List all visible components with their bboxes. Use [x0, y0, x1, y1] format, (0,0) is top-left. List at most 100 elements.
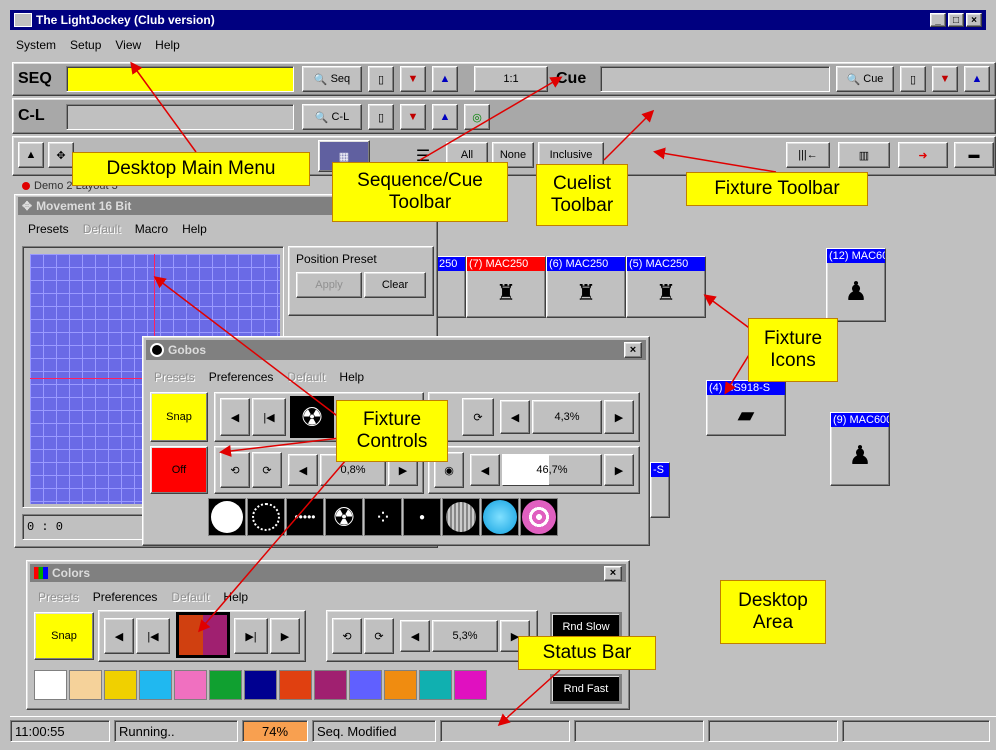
- gobo-rot-value[interactable]: 4,3%: [532, 400, 602, 434]
- color-first-button[interactable]: |◀: [136, 618, 170, 654]
- seq-ratio-field[interactable]: 1:1: [474, 66, 548, 92]
- seq-new-button[interactable]: ▯: [368, 66, 394, 92]
- gobo-dot-icon[interactable]: ●: [403, 498, 441, 536]
- colors-close-button[interactable]: ×: [604, 565, 622, 581]
- gobo-prev-button[interactable]: ◀: [220, 398, 250, 436]
- gobo-dots-line-icon[interactable]: •••••: [286, 498, 324, 536]
- color-last-button[interactable]: ▶|: [234, 618, 268, 654]
- seq-store-button[interactable]: ▲: [432, 66, 458, 92]
- color-swatch[interactable]: [349, 670, 382, 700]
- gobo-rot-inc-button[interactable]: ▶: [604, 400, 634, 434]
- gobo-first-button[interactable]: |◀: [252, 398, 286, 436]
- seq-save-button[interactable]: ▼: [400, 66, 426, 92]
- fixture-icon-partial[interactable]: -S: [650, 462, 670, 518]
- cue-browse-label: Cue: [863, 73, 884, 85]
- menu-preferences[interactable]: Preferences: [209, 370, 274, 384]
- color-swatch[interactable]: [209, 670, 242, 700]
- gobo-ring-icon[interactable]: [247, 498, 285, 536]
- gobo-speed-dec-button[interactable]: ◀: [288, 454, 318, 486]
- menu-help[interactable]: Help: [339, 370, 364, 384]
- gobo-blue-glass-icon[interactable]: [481, 498, 519, 536]
- fixture-label: -S: [651, 463, 669, 477]
- menu-setup[interactable]: Setup: [70, 38, 101, 52]
- color-value[interactable]: 5,3%: [432, 620, 498, 652]
- gobo-ccw-button[interactable]: ⟲: [220, 452, 250, 488]
- fixture-link-button[interactable]: |||←: [786, 142, 830, 168]
- maximize-button[interactable]: □: [948, 13, 964, 27]
- menu-presets[interactable]: Presets: [28, 222, 69, 236]
- cue-browse-button[interactable]: 🔍 Cue: [836, 66, 894, 92]
- color-swatch[interactable]: [244, 670, 277, 700]
- color-swatch[interactable]: [314, 670, 347, 700]
- cl-save-button[interactable]: ▼: [400, 104, 426, 130]
- cue-new-button[interactable]: ▯: [900, 66, 926, 92]
- color-swatch[interactable]: [454, 670, 487, 700]
- gobo-pink-spiral-icon[interactable]: [520, 498, 558, 536]
- gobo-focus-inc-button[interactable]: ▶: [604, 454, 634, 486]
- fixture-exit-button[interactable]: ➜: [898, 142, 948, 168]
- color-cw-button[interactable]: ⟳: [364, 618, 394, 654]
- color-ccw-button[interactable]: ⟲: [332, 618, 362, 654]
- fixture-extra-button[interactable]: ▬: [954, 142, 994, 168]
- cl-new-button[interactable]: ▯: [368, 104, 394, 130]
- menu-preferences[interactable]: Preferences: [93, 590, 158, 604]
- fixture-icon-mac250-5[interactable]: (5) MAC250 ♜: [626, 256, 706, 318]
- cue-save-button[interactable]: ▼: [932, 66, 958, 92]
- gobo-focus-dec-button[interactable]: ◀: [470, 454, 500, 486]
- cue-name-field[interactable]: [600, 66, 830, 92]
- gobo-focus-slider[interactable]: 46,7%: [502, 454, 602, 486]
- cl-browse-button[interactable]: 🔍 C-L: [302, 104, 362, 130]
- clear-button[interactable]: Clear: [364, 272, 426, 298]
- select-tool-button[interactable]: ▲: [18, 142, 44, 168]
- fixture-icon-mac250-7[interactable]: (7) MAC250 ♜: [466, 256, 546, 318]
- color-swatch[interactable]: [139, 670, 172, 700]
- gobo-dots-icon[interactable]: ⁘: [364, 498, 402, 536]
- color-dec-button[interactable]: ◀: [400, 620, 430, 652]
- cl-name-field[interactable]: [66, 104, 294, 130]
- fixture-icon-hs918-4[interactable]: (4) HS918-S ▰: [706, 380, 786, 436]
- apply-button[interactable]: Apply: [296, 272, 362, 298]
- menu-help[interactable]: Help: [155, 38, 180, 52]
- magnifier-icon: 🔍: [314, 111, 329, 124]
- colors-snap-button[interactable]: Snap: [34, 612, 94, 660]
- fixture-icon-mac600-12[interactable]: (12) MAC600 ♟: [826, 248, 886, 322]
- cl-options-button[interactable]: ◎: [464, 104, 490, 130]
- close-button[interactable]: ×: [966, 13, 982, 27]
- move-tool-button[interactable]: ✥: [48, 142, 74, 168]
- gobo-radiation-icon[interactable]: ☢: [325, 498, 363, 536]
- seq-name-field[interactable]: [66, 66, 294, 92]
- color-next-button[interactable]: ▶: [270, 618, 300, 654]
- color-swatch[interactable]: [104, 670, 137, 700]
- gobos-snap-button[interactable]: Snap: [150, 392, 208, 442]
- menu-help[interactable]: Help: [223, 590, 248, 604]
- gobos-off-button[interactable]: Off: [150, 446, 208, 494]
- gobo-rot-dec-button[interactable]: ◀: [500, 400, 530, 434]
- fixture-label: (12) MAC600: [827, 249, 885, 263]
- moving-head-icon: ♟: [848, 439, 872, 470]
- gobo-texture-icon[interactable]: [442, 498, 480, 536]
- color-swatch[interactable]: [384, 670, 417, 700]
- cl-store-button[interactable]: ▲: [432, 104, 458, 130]
- gobo-rotate-button[interactable]: ⟳: [462, 398, 494, 436]
- fixture-icon-mac600-9[interactable]: (9) MAC600 ♟: [830, 412, 890, 486]
- fixture-icon-mac250-6[interactable]: (6) MAC250 ♜: [546, 256, 626, 318]
- color-swatch[interactable]: [419, 670, 452, 700]
- minimize-button[interactable]: _: [930, 13, 946, 27]
- menu-view[interactable]: View: [115, 38, 141, 52]
- color-swatch[interactable]: [279, 670, 312, 700]
- fixture-icon-250[interactable]: 250: [436, 256, 466, 318]
- color-swatch[interactable]: [34, 670, 67, 700]
- seq-browse-button[interactable]: 🔍 Seq: [302, 66, 362, 92]
- gobo-cw-button[interactable]: ⟳: [252, 452, 282, 488]
- color-swatch[interactable]: [69, 670, 102, 700]
- fixture-view-button[interactable]: ▥: [838, 142, 890, 168]
- gobos-close-button[interactable]: ×: [624, 342, 642, 358]
- color-swatch[interactable]: [174, 670, 207, 700]
- menu-macro[interactable]: Macro: [135, 222, 168, 236]
- rnd-fast-button[interactable]: Rnd Fast: [550, 674, 622, 704]
- cue-store-button[interactable]: ▲: [964, 66, 990, 92]
- menu-system[interactable]: System: [16, 38, 56, 52]
- color-prev-button[interactable]: ◀: [104, 618, 134, 654]
- gobo-open-icon[interactable]: [208, 498, 246, 536]
- menu-help[interactable]: Help: [182, 222, 207, 236]
